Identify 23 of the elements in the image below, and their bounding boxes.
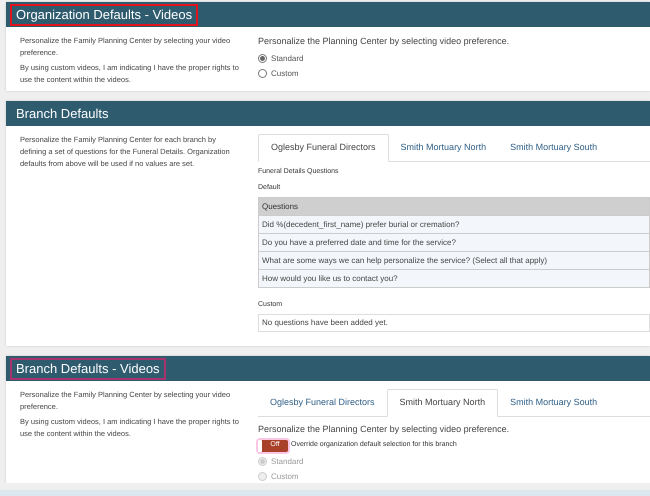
section-title: Branch Defaults - Videos (12, 360, 164, 378)
prompt-text: Personalize the Planning Center by selecting video preference. (258, 423, 510, 436)
radio-button[interactable] (258, 69, 267, 78)
branch-tab[interactable]: Oglesby Funeral Directors (258, 134, 389, 162)
section-title: Branch Defaults (15, 104, 110, 122)
branch-tab[interactable]: Oglesby Funeral Directors (258, 389, 387, 416)
branch-tab[interactable]: Smith Mortuary North (386, 389, 498, 417)
prompt-text: Personalize the Planning Center by selecting video preference. (258, 35, 510, 48)
section-title: Organization Defaults - Videos (12, 6, 196, 24)
table-header: Questions (259, 198, 649, 215)
radio-button[interactable] (258, 54, 267, 63)
radio-label: Custom (271, 68, 299, 80)
table-cell: What are some ways we can help personalize the service? (Select all that apply) (259, 251, 649, 269)
branch-tab[interactable]: Smith Mortuary South (498, 389, 610, 416)
branch-tab[interactable]: Smith Mortuary South (498, 134, 610, 161)
radio-label: Custom (271, 470, 299, 482)
table-cell: How would you like us to contact you? (259, 269, 649, 287)
radio-label: Standard (271, 52, 304, 64)
branch-tab[interactable]: Smith Mortuary North (388, 134, 498, 161)
radio-label: Standard (271, 456, 304, 468)
table-cell: Did %(decedent_first_name) prefer burial or cremation? (259, 215, 649, 233)
empty-message: No questions have been added yet. (258, 314, 650, 332)
table-cell: Do you have a preferred date and time for the service? (259, 233, 649, 251)
